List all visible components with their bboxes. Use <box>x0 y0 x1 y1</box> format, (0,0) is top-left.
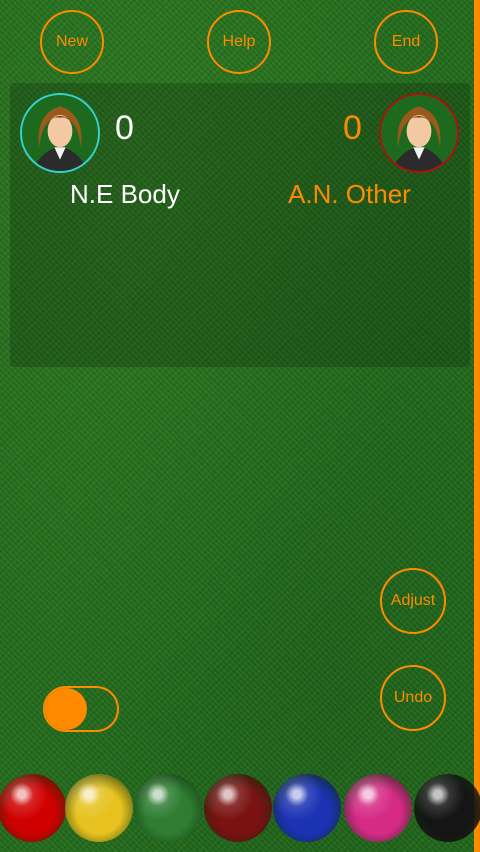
player1-score: 0 <box>115 109 134 147</box>
toggle-knob <box>45 688 87 730</box>
player1-name[interactable]: N.E Body <box>70 179 180 210</box>
player1-avatar[interactable] <box>20 93 100 173</box>
undo-button[interactable]: Undo <box>380 665 446 731</box>
new-game-button[interactable]: New <box>40 10 104 74</box>
adjust-button[interactable]: Adjust <box>380 568 446 634</box>
ball-brown[interactable] <box>204 774 272 842</box>
ball-black[interactable] <box>414 774 480 842</box>
ball-pink[interactable] <box>344 774 412 842</box>
right-edge-bar <box>474 0 480 852</box>
player2-name[interactable]: A.N. Other <box>288 179 411 210</box>
player2-avatar[interactable] <box>379 93 459 173</box>
mode-toggle[interactable] <box>43 686 119 732</box>
player2-score: 0 <box>343 109 362 147</box>
score-panel: 0 N.E Body 0 A.N. Other <box>10 83 470 367</box>
ball-red[interactable] <box>0 774 66 842</box>
ball-green[interactable] <box>134 774 202 842</box>
end-game-button[interactable]: End <box>374 10 438 74</box>
ball-yellow[interactable] <box>65 774 133 842</box>
person-icon <box>396 106 442 171</box>
ball-blue[interactable] <box>273 774 341 842</box>
person-icon <box>37 106 83 171</box>
help-button[interactable]: Help <box>207 10 271 74</box>
